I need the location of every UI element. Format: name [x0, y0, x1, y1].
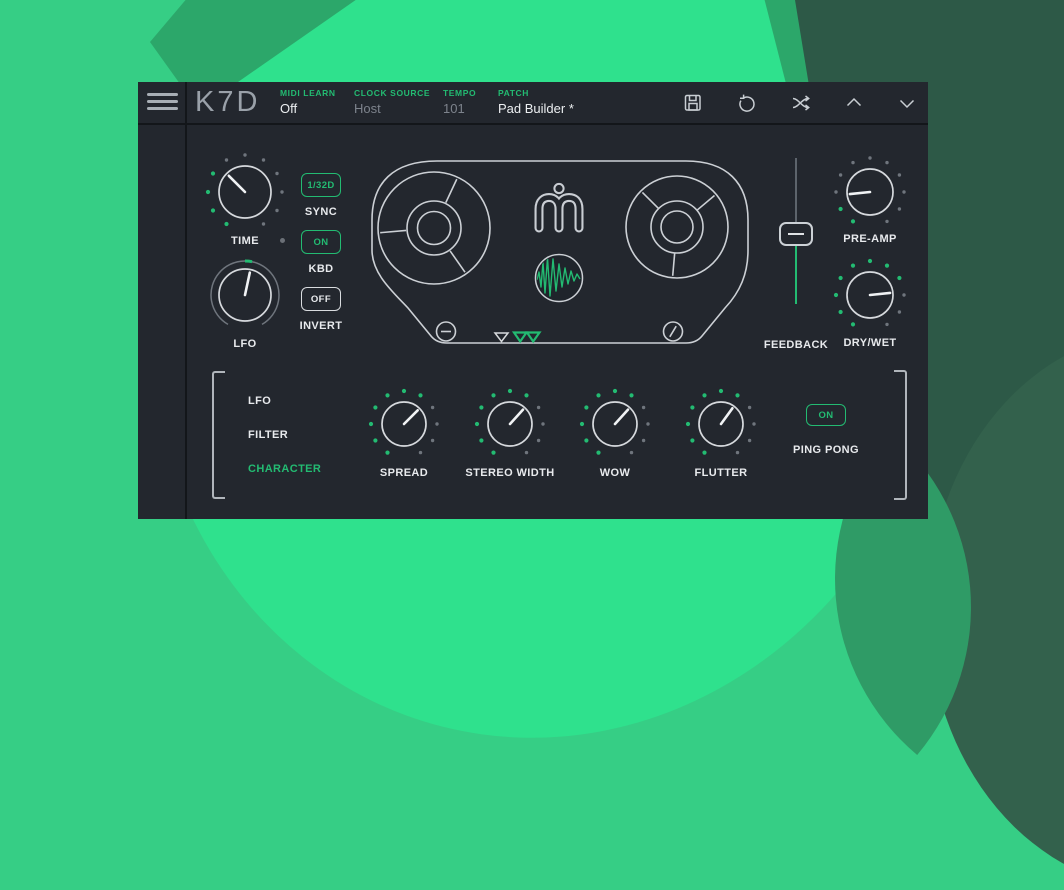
menu-button[interactable]: [146, 92, 180, 114]
tape-guide-right: [664, 322, 683, 341]
knob-spread-label: SPREAD: [380, 467, 428, 479]
ping-pong-toggle[interactable]: ON: [806, 404, 846, 426]
knob-time-label: TIME: [231, 235, 259, 247]
tab-lfo[interactable]: LFO: [248, 395, 271, 407]
feedback-track-lower[interactable]: [795, 244, 797, 304]
knob-time[interactable]: [204, 151, 286, 238]
kbd-label: KBD: [308, 263, 333, 275]
invert-value: OFF: [311, 294, 331, 305]
knob-preamp[interactable]: [832, 154, 908, 235]
tempo-label: TEMPO: [443, 88, 476, 98]
knob-lfo-label: LFO: [233, 338, 256, 350]
feedback-slider-handle[interactable]: [779, 222, 813, 246]
knob-drywet[interactable]: [832, 257, 908, 338]
header-divider: [138, 123, 928, 125]
waveform-display: [536, 255, 583, 302]
midi-learn-value[interactable]: Off: [280, 101, 297, 116]
knob-drywet-label: DRY/WET: [843, 337, 896, 349]
chevron-down-icon: [897, 93, 917, 113]
knob-stereowidth[interactable]: [473, 387, 547, 466]
clock-source-value[interactable]: Host: [354, 101, 381, 116]
save-icon: [683, 93, 703, 113]
imaginando-logo: [539, 184, 579, 228]
knob-lfo[interactable]: [204, 254, 286, 341]
knob-stereowidth-label: STEREO WIDTH: [465, 467, 554, 479]
feedback-track-upper[interactable]: [795, 158, 797, 224]
next-patch-button[interactable]: [897, 93, 917, 113]
tape-guide-left: [437, 322, 456, 341]
section-bracket-left: [212, 371, 225, 499]
patch-value[interactable]: Pad Builder *: [498, 101, 574, 116]
tape-deck-graphic: [358, 142, 764, 354]
marker-green-triangle-2: [527, 333, 540, 342]
invert-label: INVERT: [300, 320, 343, 332]
knob-wow[interactable]: [578, 387, 652, 466]
chevron-up-icon: [844, 93, 864, 113]
knob-spread[interactable]: [367, 387, 441, 466]
sidebar-divider: [185, 82, 187, 519]
ping-pong-label: PING PONG: [793, 444, 859, 456]
kbd-value: ON: [313, 237, 328, 248]
section-bracket-right: [894, 370, 907, 500]
sync-toggle[interactable]: 1/32D: [301, 173, 341, 197]
knob-flutter-label: FLUTTER: [695, 467, 748, 479]
marker-white-triangle: [495, 333, 508, 342]
invert-toggle[interactable]: OFF: [301, 287, 341, 311]
previous-patch-button[interactable]: [844, 93, 864, 113]
undo-icon: [737, 93, 757, 113]
tempo-value[interactable]: 101: [443, 101, 465, 116]
plugin-window: K7D MIDI LEARN Off CLOCK SOURCE Host TEM…: [138, 82, 928, 519]
sync-label: SYNC: [305, 206, 337, 218]
patch-label: PATCH: [498, 88, 529, 98]
modulation-dot: [280, 238, 285, 243]
randomize-button[interactable]: [791, 93, 811, 113]
right-reel: [626, 176, 728, 278]
kbd-toggle[interactable]: ON: [301, 230, 341, 254]
feedback-label: FEEDBACK: [764, 339, 828, 351]
left-reel: [378, 172, 490, 284]
tape-head-markers: [495, 333, 540, 342]
save-button[interactable]: [683, 93, 703, 113]
undo-button[interactable]: [737, 93, 757, 113]
tab-filter[interactable]: FILTER: [248, 429, 288, 441]
sync-value: 1/32D: [307, 180, 334, 191]
hamburger-icon: [147, 93, 178, 96]
knob-preamp-label: PRE-AMP: [843, 233, 897, 245]
tape-path-outline: [372, 161, 748, 343]
knob-flutter[interactable]: [684, 387, 758, 466]
shuffle-icon: [791, 93, 811, 113]
marker-green-triangle-1: [514, 333, 527, 342]
app-logo: K7D: [195, 86, 260, 119]
clock-source-label: CLOCK SOURCE: [354, 88, 430, 98]
tab-character[interactable]: CHARACTER: [248, 463, 321, 475]
midi-learn-label: MIDI LEARN: [280, 88, 336, 98]
knob-wow-label: WOW: [600, 467, 631, 479]
ping-pong-value: ON: [818, 410, 833, 421]
